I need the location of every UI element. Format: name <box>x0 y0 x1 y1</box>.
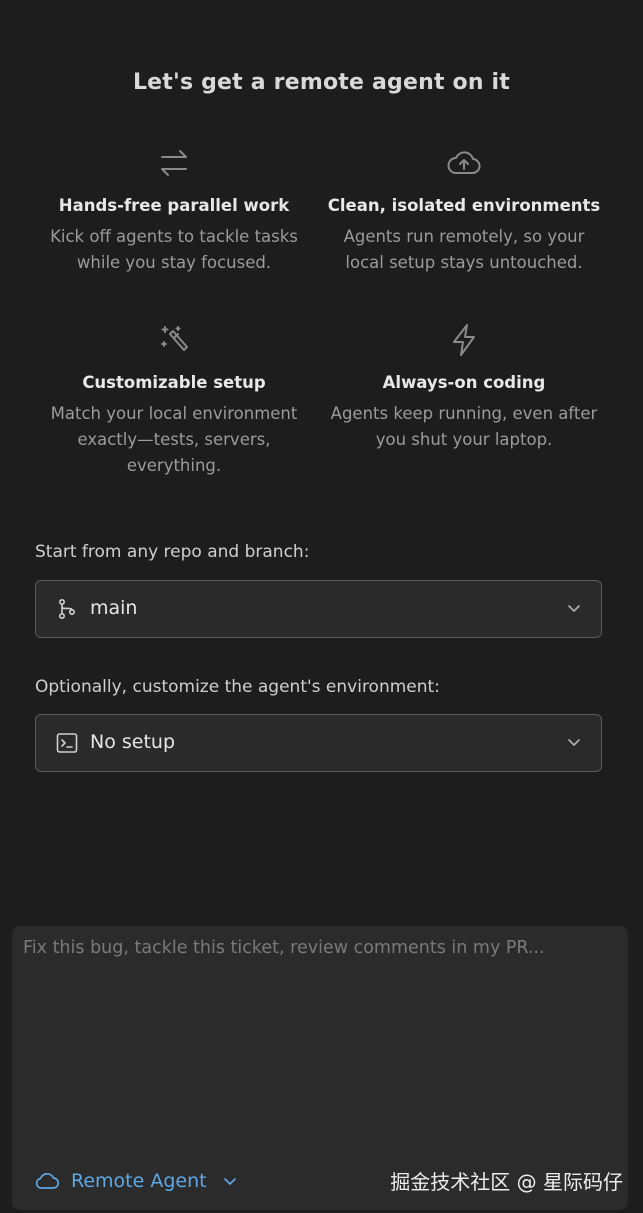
agent-mode-label: Remote Agent <box>71 1170 207 1192</box>
terminal-icon <box>56 733 78 753</box>
feature-isolated-environments: Clean, isolated environments Agents run … <box>319 145 609 276</box>
feature-description: Agents keep running, even after you shut… <box>330 404 598 449</box>
chevron-down-icon <box>223 1178 236 1185</box>
arrows-swap-icon <box>161 150 187 176</box>
git-branch-icon <box>58 598 76 620</box>
feature-title: Clean, isolated environments <box>327 196 601 215</box>
lightning-icon <box>453 324 475 356</box>
feature-description: Kick off agents to tackle tasks while yo… <box>50 227 298 272</box>
prompt-input[interactable] <box>12 926 628 1156</box>
branch-select-value: main <box>90 597 138 619</box>
environment-select-value: No setup <box>90 731 176 753</box>
agent-mode-button[interactable]: Remote Agent <box>34 1166 237 1196</box>
branch-select[interactable]: main <box>35 580 602 638</box>
feature-parallel-work: Hands-free parallel work Kick off agents… <box>29 145 319 276</box>
feature-title: Hands-free parallel work <box>58 196 290 215</box>
chevron-down-icon <box>568 605 580 612</box>
cloud-icon <box>35 1172 60 1189</box>
watermark: 掘金技术社区 @ 星际码仔 <box>390 1170 623 1194</box>
feature-description: Match your local environment exactly—tes… <box>50 404 298 475</box>
feature-title: Always-on coding <box>382 373 546 392</box>
chevron-down-icon <box>568 739 580 746</box>
cloud-upload-icon <box>447 151 481 174</box>
page-title: Let's get a remote agent on it <box>132 70 511 95</box>
environment-label: Optionally, customize the agent's enviro… <box>35 677 440 697</box>
feature-always-on: Always-on coding Agents keep running, ev… <box>319 322 609 453</box>
repo-branch-label: Start from any repo and branch: <box>35 542 310 562</box>
environment-select[interactable]: No setup <box>35 714 602 772</box>
feature-customizable-setup: Customizable setup Match your local envi… <box>29 322 319 479</box>
feature-description: Agents run remotely, so your local setup… <box>343 227 585 272</box>
feature-title: Customizable setup <box>82 373 266 392</box>
remote-agent-page: Let's get a remote agent on it Hands-fre… <box>0 0 643 1213</box>
magic-wand-icon <box>161 326 188 351</box>
